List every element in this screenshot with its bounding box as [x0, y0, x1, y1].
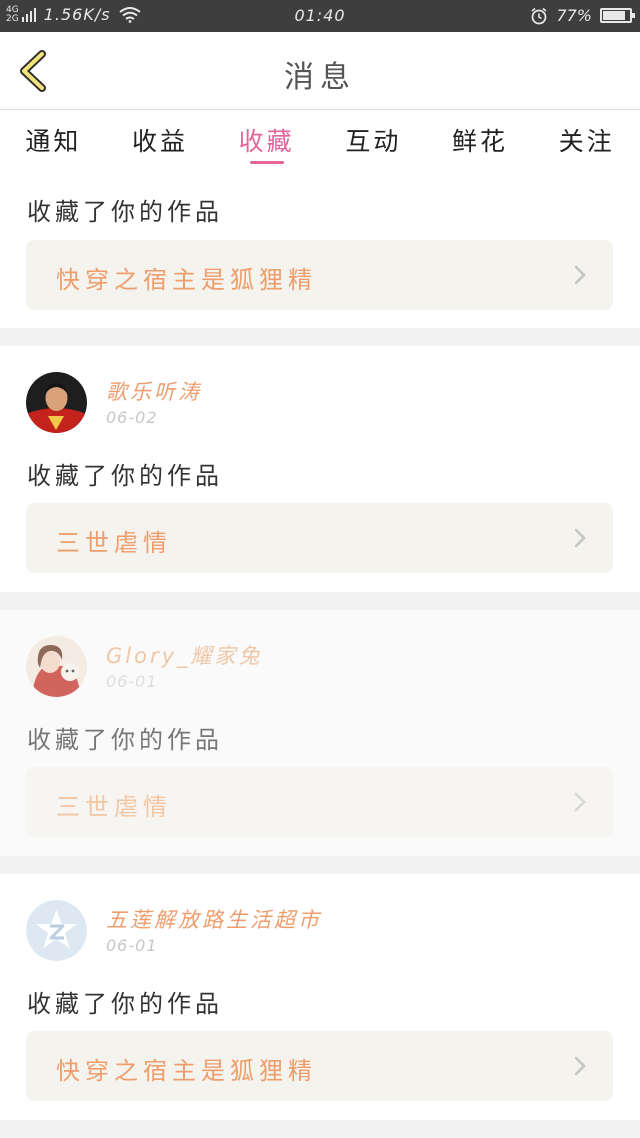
tab-earnings[interactable]: 收益 [107, 110, 214, 172]
battery-percent: 77% [556, 6, 592, 25]
alarm-icon [531, 7, 547, 24]
avatar[interactable] [26, 636, 87, 697]
work-title: 三世虐情 [56, 793, 172, 821]
work-link[interactable]: 快穿之宿主是狐狸精 [26, 1031, 613, 1101]
app-header: 消息 [0, 32, 640, 110]
chevron-right-icon [574, 792, 586, 812]
chevron-right-icon [574, 528, 586, 548]
battery-fill [603, 11, 625, 20]
list-item: 五莲解放路生活超市 06-01 收藏了你的作品 快穿之宿主是狐狸精 [0, 874, 640, 1120]
item-date: 06-01 [106, 672, 158, 691]
tab-favorites[interactable]: 收藏 [213, 110, 320, 172]
list-item: 收藏了你的作品 快穿之宿主是狐狸精 [0, 172, 640, 328]
message-text: 收藏了你的作品 [27, 462, 223, 490]
chevron-right-icon [574, 265, 586, 285]
avatar[interactable] [26, 900, 87, 961]
user-name[interactable]: 歌乐听涛 [106, 376, 202, 406]
message-text: 收藏了你的作品 [27, 726, 223, 754]
tab-flowers[interactable]: 鲜花 [427, 110, 534, 172]
user-name[interactable]: Glory_耀家兔 [106, 640, 263, 670]
message-text: 收藏了你的作品 [27, 198, 223, 226]
default-avatar-icon [26, 900, 87, 961]
message-text: 收藏了你的作品 [27, 990, 223, 1018]
tab-interactions[interactable]: 互动 [320, 110, 427, 172]
work-link[interactable]: 三世虐情 [26, 503, 613, 573]
battery-icon [600, 8, 635, 23]
item-date: 06-01 [106, 936, 158, 955]
chevron-right-icon [574, 1056, 586, 1076]
avatar[interactable] [26, 372, 87, 433]
status-bar: 4G 2G 1.56K/s 01:40 77% [0, 0, 640, 32]
work-title: 快穿之宿主是狐狸精 [56, 1057, 317, 1085]
work-title: 三世虐情 [56, 529, 172, 557]
work-link[interactable]: 三世虐情 [26, 767, 613, 837]
tab-notifications[interactable]: 通知 [0, 110, 107, 172]
work-title: 快穿之宿主是狐狸精 [56, 266, 317, 294]
item-date: 06-02 [106, 408, 158, 427]
work-link[interactable]: 快穿之宿主是狐狸精 [26, 240, 613, 310]
user-name[interactable]: 五莲解放路生活超市 [106, 904, 322, 934]
list-item: 歌乐听涛 06-02 收藏了你的作品 三世虐情 [0, 346, 640, 592]
tab-bar: 通知 收益 收藏 互动 鲜花 关注 [0, 110, 640, 172]
tab-following[interactable]: 关注 [533, 110, 640, 172]
page-title: 消息 [284, 60, 356, 95]
list-item: Glory_耀家兔 06-01 收藏了你的作品 三世虐情 [0, 610, 640, 856]
